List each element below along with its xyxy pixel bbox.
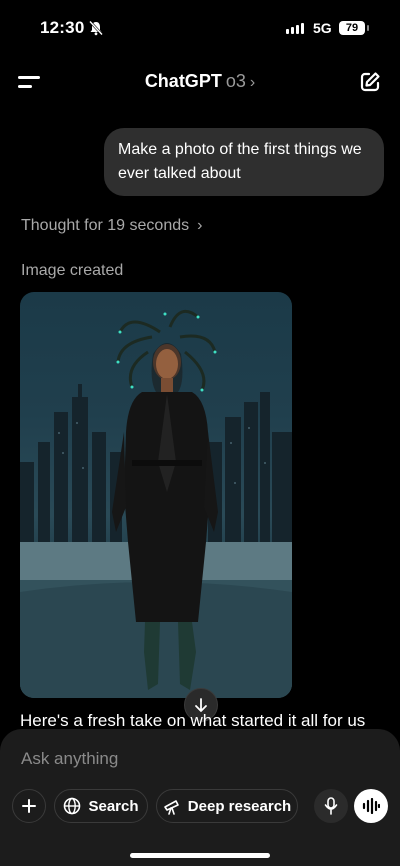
deep-research-label: Deep research — [187, 797, 292, 815]
app-title: ChatGPT — [144, 71, 222, 91]
attach-button[interactable] — [12, 789, 46, 823]
image-status: Image created — [21, 262, 124, 279]
home-indicator — [130, 853, 270, 858]
signal-icon — [286, 23, 304, 34]
model-name: o3 — [225, 71, 246, 91]
chevron-right-icon: › — [197, 217, 203, 234]
message-input[interactable]: Ask anything — [21, 749, 118, 769]
telescope-icon — [163, 800, 179, 815]
search-label: Search — [88, 797, 139, 815]
deep-research-button[interactable]: Deep research — [156, 789, 298, 823]
new-chat-icon[interactable] — [358, 70, 382, 94]
voice-waveform-icon — [362, 798, 380, 814]
mic-icon — [324, 797, 338, 815]
bell-slash-icon — [89, 20, 103, 36]
user-message: Make a photo of the first things we ever… — [104, 128, 384, 196]
network-type: 5G — [313, 20, 332, 36]
search-button[interactable]: Search — [54, 789, 148, 823]
model-selector[interactable]: ChatGPT o3 › — [0, 71, 400, 92]
thought-toggle[interactable]: Thought for 19 seconds › — [21, 217, 202, 235]
battery-tip — [367, 25, 369, 31]
globe-icon — [64, 797, 81, 815]
composer-toolbar: Search Deep research — [12, 789, 392, 825]
plus-icon — [22, 799, 36, 813]
chevron-right-icon: › — [249, 74, 256, 91]
dictate-button[interactable] — [314, 789, 348, 823]
status-time: 12:30 — [40, 18, 85, 37]
voice-mode-button[interactable] — [354, 789, 388, 823]
thought-label: Thought for 19 seconds — [21, 217, 190, 234]
generated-image[interactable] — [20, 292, 292, 698]
composer: Ask anything Search Deep research — [0, 729, 400, 866]
status-bar: 12:30 5G 79 — [0, 0, 400, 52]
generated-image-illustration — [20, 309, 292, 698]
battery-icon: 79 — [339, 21, 365, 35]
header: ChatGPT o3 › — [0, 60, 400, 106]
